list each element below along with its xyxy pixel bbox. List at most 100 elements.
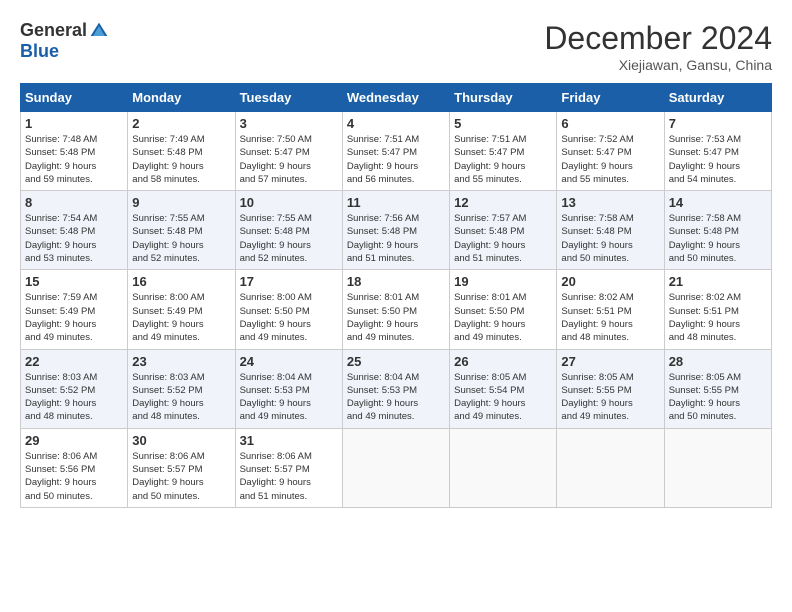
day-info: Sunrise: 7:49 AM Sunset: 5:48 PM Dayligh… (132, 133, 230, 186)
calendar-week-row: 29 Sunrise: 8:06 AM Sunset: 5:56 PM Dayli… (21, 428, 772, 507)
day-number: 9 (132, 195, 230, 210)
table-row: 15Sunrise: 7:59 AM Sunset: 5:49 PM Dayli… (21, 270, 128, 349)
day-info: Sunrise: 8:06 AM Sunset: 5:57 PM Dayligh… (240, 450, 338, 503)
table-row: 30 Sunrise: 8:06 AM Sunset: 5:57 PM Dayli… (128, 428, 235, 507)
logo-general: General (20, 20, 87, 41)
day-number: 2 (132, 116, 230, 131)
header: General Blue December 2024 Xiejiawan, Ga… (20, 20, 772, 73)
day-info: Sunrise: 7:55 AM Sunset: 5:48 PM Dayligh… (132, 212, 230, 265)
table-row: 21 Sunrise: 8:02 AM Sunset: 5:51 PM Dayli… (664, 270, 771, 349)
day-number: 20 (561, 274, 659, 289)
day-number: 16 (132, 274, 230, 289)
day-number: 7 (669, 116, 767, 131)
day-info: Sunrise: 8:00 AM Sunset: 5:50 PM Dayligh… (240, 291, 338, 344)
table-row: 4 Sunrise: 7:51 AM Sunset: 5:47 PM Daylig… (342, 112, 449, 191)
day-info: Sunrise: 8:02 AM Sunset: 5:51 PM Dayligh… (669, 291, 767, 344)
col-thursday: Thursday (450, 84, 557, 112)
day-number: 23 (132, 354, 230, 369)
day-info: Sunrise: 7:58 AM Sunset: 5:48 PM Dayligh… (669, 212, 767, 265)
day-info: Sunrise: 7:50 AM Sunset: 5:47 PM Dayligh… (240, 133, 338, 186)
day-number: 15 (25, 274, 123, 289)
day-info: Sunrise: 7:54 AM Sunset: 5:48 PM Dayligh… (25, 212, 123, 265)
day-number: 3 (240, 116, 338, 131)
day-number: 1 (25, 116, 123, 131)
table-row (342, 428, 449, 507)
day-number: 13 (561, 195, 659, 210)
col-tuesday: Tuesday (235, 84, 342, 112)
table-row: 12Sunrise: 7:57 AM Sunset: 5:48 PM Dayli… (450, 191, 557, 270)
table-row: 18Sunrise: 8:01 AM Sunset: 5:50 PM Dayli… (342, 270, 449, 349)
day-info: Sunrise: 8:05 AM Sunset: 5:55 PM Dayligh… (561, 371, 659, 424)
table-row: 31 Sunrise: 8:06 AM Sunset: 5:57 PM Dayli… (235, 428, 342, 507)
col-sunday: Sunday (21, 84, 128, 112)
day-number: 31 (240, 433, 338, 448)
calendar-header-row: Sunday Monday Tuesday Wednesday Thursday… (21, 84, 772, 112)
col-saturday: Saturday (664, 84, 771, 112)
day-number: 21 (669, 274, 767, 289)
day-info: Sunrise: 8:04 AM Sunset: 5:53 PM Dayligh… (240, 371, 338, 424)
day-number: 17 (240, 274, 338, 289)
location: Xiejiawan, Gansu, China (544, 57, 772, 73)
table-row: 28 Sunrise: 8:05 AM Sunset: 5:55 PM Dayli… (664, 349, 771, 428)
table-row (557, 428, 664, 507)
day-info: Sunrise: 8:06 AM Sunset: 5:57 PM Dayligh… (132, 450, 230, 503)
table-row: 16 Sunrise: 8:00 AM Sunset: 5:49 PM Dayli… (128, 270, 235, 349)
day-number: 26 (454, 354, 552, 369)
table-row: 7 Sunrise: 7:53 AM Sunset: 5:47 PM Daylig… (664, 112, 771, 191)
table-row: 11Sunrise: 7:56 AM Sunset: 5:48 PM Dayli… (342, 191, 449, 270)
table-row: 2 Sunrise: 7:49 AM Sunset: 5:48 PM Daylig… (128, 112, 235, 191)
table-row: 10 Sunrise: 7:55 AM Sunset: 5:48 PM Dayli… (235, 191, 342, 270)
table-row: 13 Sunrise: 7:58 AM Sunset: 5:48 PM Dayli… (557, 191, 664, 270)
day-number: 25 (347, 354, 445, 369)
table-row: 22 Sunrise: 8:03 AM Sunset: 5:52 PM Dayli… (21, 349, 128, 428)
table-row: 3 Sunrise: 7:50 AM Sunset: 5:47 PM Daylig… (235, 112, 342, 191)
day-info: Sunrise: 7:52 AM Sunset: 5:47 PM Dayligh… (561, 133, 659, 186)
day-info: Sunrise: 7:53 AM Sunset: 5:47 PM Dayligh… (669, 133, 767, 186)
logo: General Blue (20, 20, 109, 62)
day-number: 28 (669, 354, 767, 369)
day-number: 22 (25, 354, 123, 369)
day-number: 5 (454, 116, 552, 131)
table-row: 1Sunrise: 7:48 AM Sunset: 5:48 PM Daylig… (21, 112, 128, 191)
day-info: Sunrise: 8:02 AM Sunset: 5:51 PM Dayligh… (561, 291, 659, 344)
table-row: 23 Sunrise: 8:03 AM Sunset: 5:52 PM Dayli… (128, 349, 235, 428)
day-number: 14 (669, 195, 767, 210)
table-row: 26 Sunrise: 8:05 AM Sunset: 5:54 PM Dayli… (450, 349, 557, 428)
table-row: 20 Sunrise: 8:02 AM Sunset: 5:51 PM Dayli… (557, 270, 664, 349)
logo-blue: Blue (20, 41, 59, 62)
calendar: Sunday Monday Tuesday Wednesday Thursday… (20, 83, 772, 508)
table-row: 8 Sunrise: 7:54 AM Sunset: 5:48 PM Daylig… (21, 191, 128, 270)
day-info: Sunrise: 7:57 AM Sunset: 5:48 PM Dayligh… (454, 212, 552, 265)
day-info: Sunrise: 8:05 AM Sunset: 5:54 PM Dayligh… (454, 371, 552, 424)
day-info: Sunrise: 7:55 AM Sunset: 5:48 PM Dayligh… (240, 212, 338, 265)
day-info: Sunrise: 8:03 AM Sunset: 5:52 PM Dayligh… (25, 371, 123, 424)
day-number: 27 (561, 354, 659, 369)
day-number: 19 (454, 274, 552, 289)
table-row (450, 428, 557, 507)
col-monday: Monday (128, 84, 235, 112)
table-row: 17 Sunrise: 8:00 AM Sunset: 5:50 PM Dayli… (235, 270, 342, 349)
day-info: Sunrise: 8:05 AM Sunset: 5:55 PM Dayligh… (669, 371, 767, 424)
table-row: 5Sunrise: 7:51 AM Sunset: 5:47 PM Daylig… (450, 112, 557, 191)
table-row: 27 Sunrise: 8:05 AM Sunset: 5:55 PM Dayli… (557, 349, 664, 428)
logo-icon (89, 21, 109, 41)
month-title: December 2024 (544, 20, 772, 57)
table-row: 14 Sunrise: 7:58 AM Sunset: 5:48 PM Dayli… (664, 191, 771, 270)
table-row: 9 Sunrise: 7:55 AM Sunset: 5:48 PM Daylig… (128, 191, 235, 270)
page: General Blue December 2024 Xiejiawan, Ga… (0, 0, 792, 518)
day-number: 10 (240, 195, 338, 210)
calendar-week-row: 15Sunrise: 7:59 AM Sunset: 5:49 PM Dayli… (21, 270, 772, 349)
day-info: Sunrise: 8:03 AM Sunset: 5:52 PM Dayligh… (132, 371, 230, 424)
day-number: 30 (132, 433, 230, 448)
day-info: Sunrise: 8:06 AM Sunset: 5:56 PM Dayligh… (25, 450, 123, 503)
day-info: Sunrise: 8:01 AM Sunset: 5:50 PM Dayligh… (454, 291, 552, 344)
table-row: 6Sunrise: 7:52 AM Sunset: 5:47 PM Daylig… (557, 112, 664, 191)
table-row (664, 428, 771, 507)
day-info: Sunrise: 8:01 AM Sunset: 5:50 PM Dayligh… (347, 291, 445, 344)
day-info: Sunrise: 8:00 AM Sunset: 5:49 PM Dayligh… (132, 291, 230, 344)
day-number: 4 (347, 116, 445, 131)
day-info: Sunrise: 7:51 AM Sunset: 5:47 PM Dayligh… (347, 133, 445, 186)
day-info: Sunrise: 7:58 AM Sunset: 5:48 PM Dayligh… (561, 212, 659, 265)
day-number: 8 (25, 195, 123, 210)
day-number: 29 (25, 433, 123, 448)
